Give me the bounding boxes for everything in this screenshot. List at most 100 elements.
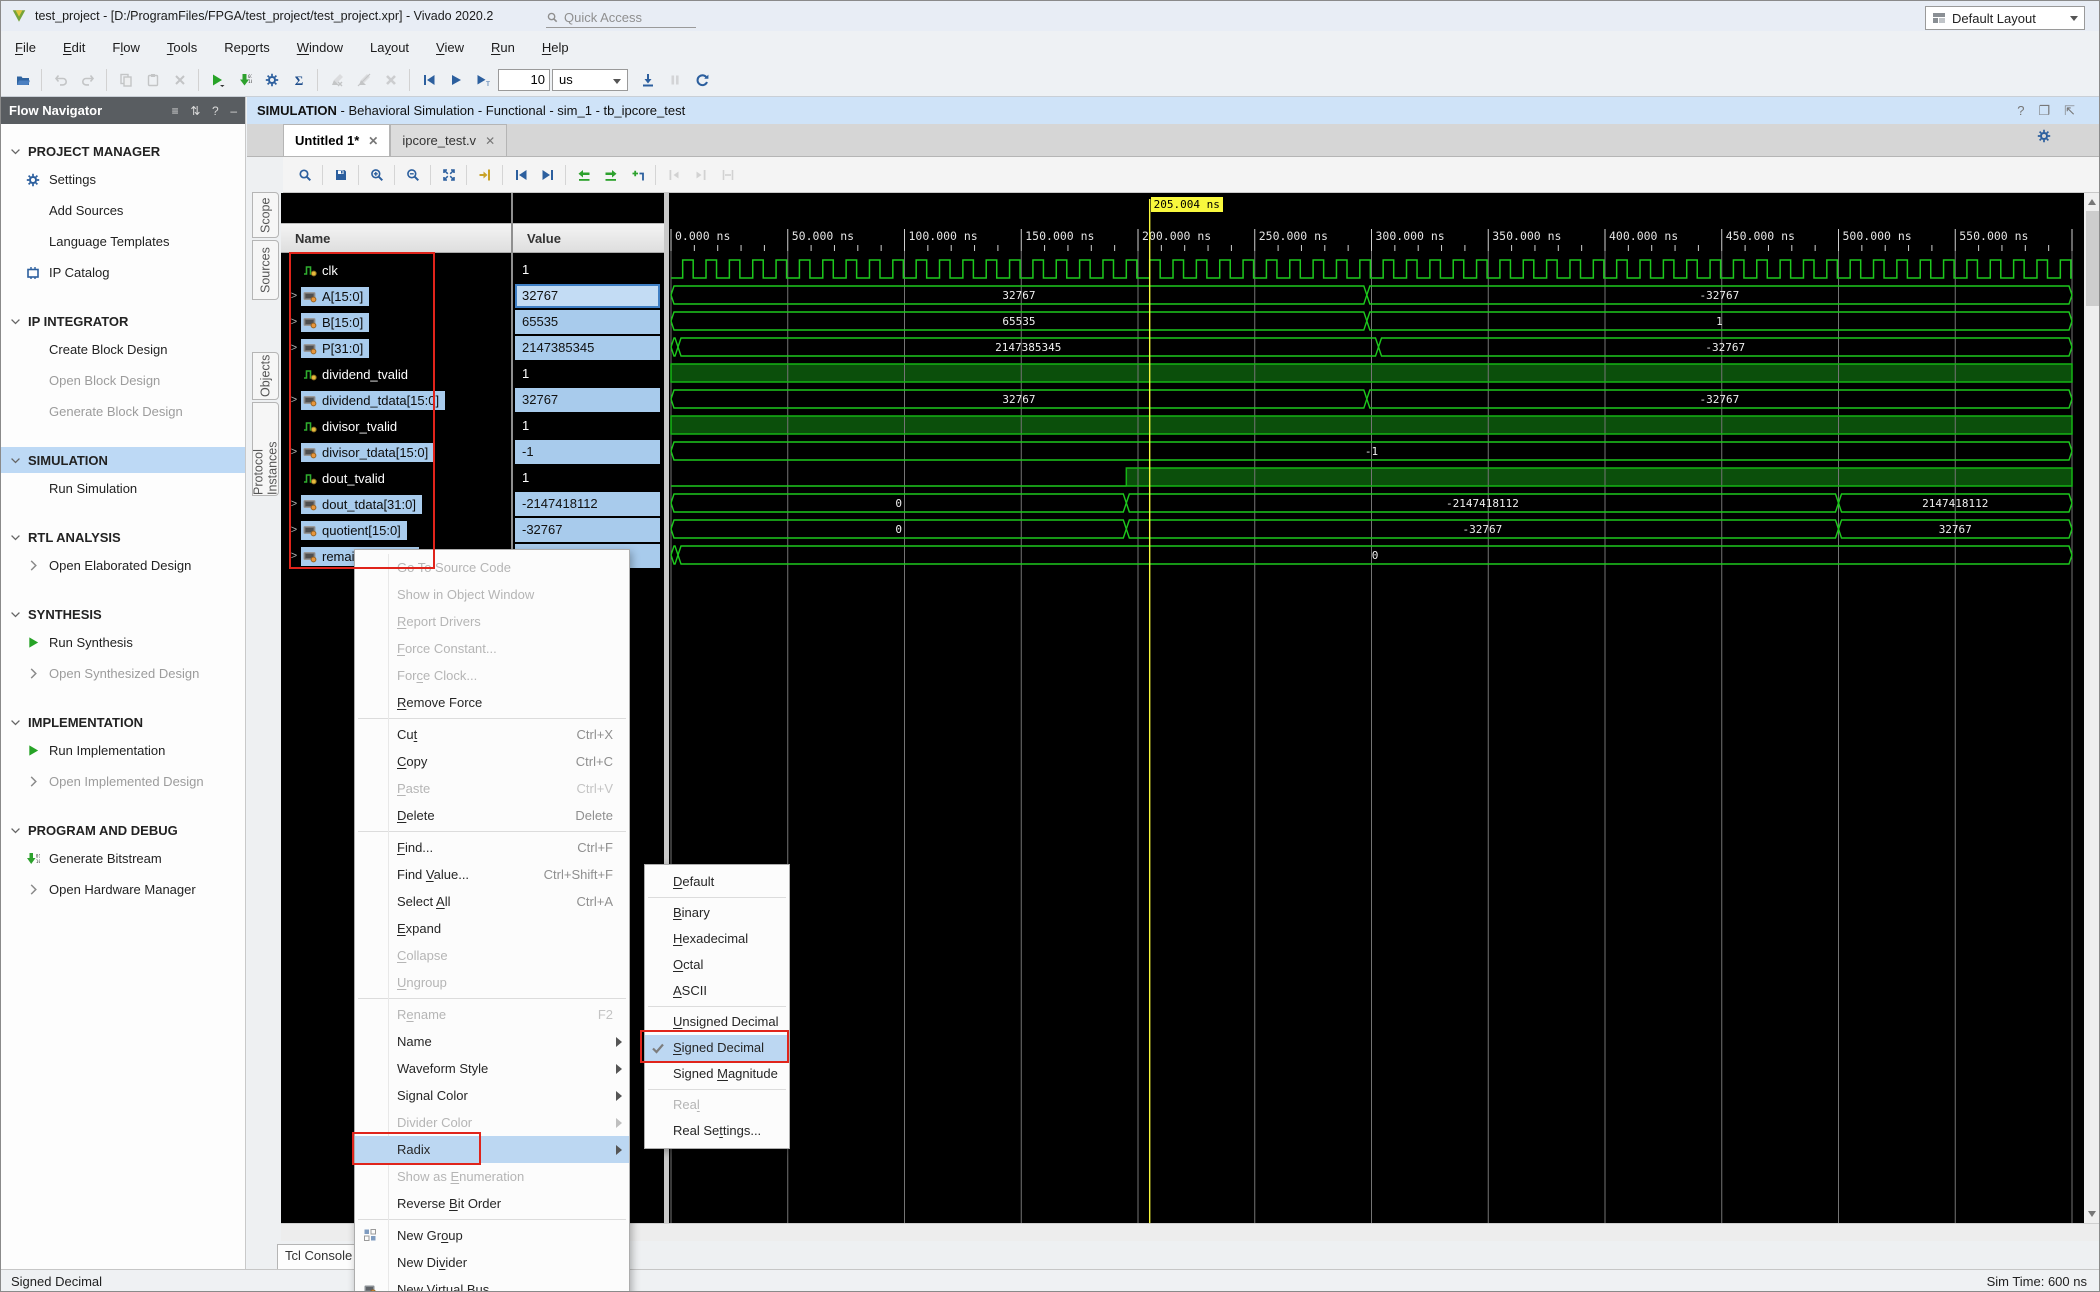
- nav-item-open-implemented-design[interactable]: Open Implemented Design: [1, 766, 245, 797]
- program-device-button[interactable]: 0110: [231, 67, 258, 93]
- nav-section-header-ip-integrator[interactable]: IP INTEGRATOR: [1, 308, 245, 334]
- menu-item-unsigned-decimal[interactable]: Unsigned Decimal: [645, 1009, 789, 1035]
- scroll-up-icon[interactable]: [2088, 199, 2096, 205]
- menu-item-signal-color[interactable]: Signal Color: [355, 1082, 629, 1109]
- value-cell-a-15-0[interactable]: 32767: [515, 284, 660, 308]
- menu-item-show-as-enumeration[interactable]: Show as Enumeration: [355, 1163, 629, 1190]
- open-button[interactable]: [9, 67, 36, 93]
- find-button[interactable]: [291, 162, 318, 188]
- nav-item-open-hardware-manager[interactable]: Open Hardware Manager: [1, 874, 245, 905]
- tab-ipcore-test-v[interactable]: ipcore_test.v✕: [390, 124, 507, 156]
- value-cell-divisor-tdata-15-0[interactable]: -1: [515, 440, 660, 464]
- menu-item-reverse-bit-order[interactable]: Reverse Bit Order: [355, 1190, 629, 1217]
- menu-item-real[interactable]: Real: [645, 1092, 789, 1118]
- collapse-all-icon[interactable]: ≡: [172, 104, 179, 118]
- expand-collapse-icon[interactable]: ⇅: [190, 104, 200, 118]
- expand-chevron-icon[interactable]: >: [287, 524, 301, 536]
- add-before-button[interactable]: [570, 162, 597, 188]
- nav-section-header-simulation[interactable]: SIMULATION: [1, 447, 245, 473]
- menu-item-find[interactable]: Find...Ctrl+F: [355, 834, 629, 861]
- menu-help[interactable]: Help: [542, 40, 569, 55]
- expand-chevron-icon[interactable]: >: [287, 550, 301, 562]
- menu-item-rename[interactable]: RenameF2: [355, 1001, 629, 1028]
- nav-section-header-synthesis[interactable]: SYNTHESIS: [1, 601, 245, 627]
- value-cell-dout-tdata-31-0[interactable]: -2147418112: [515, 492, 660, 516]
- value-cell-quotient-15-0[interactable]: -32767: [515, 518, 660, 542]
- menu-item-collapse[interactable]: Collapse: [355, 942, 629, 969]
- nav-item-open-block-design[interactable]: Open Block Design: [1, 365, 245, 396]
- layout-select[interactable]: Default Layout: [1925, 6, 2085, 30]
- signal-row-dout-tdata-31-0[interactable]: >dout_tdata[31:0]: [281, 491, 511, 517]
- menu-item-select-all[interactable]: Select AllCtrl+A: [355, 888, 629, 915]
- scroll-down-icon[interactable]: [2088, 1211, 2096, 1217]
- expand-chevron-icon[interactable]: >: [287, 446, 301, 458]
- nav-section-header-project-manager[interactable]: PROJECT MANAGER: [1, 138, 245, 164]
- add-after-button[interactable]: [597, 162, 624, 188]
- menu-item-paste[interactable]: PasteCtrl+V: [355, 775, 629, 802]
- menu-item-name[interactable]: Name: [355, 1028, 629, 1055]
- menu-item-show-in-object-window[interactable]: Show in Object Window: [355, 581, 629, 608]
- menu-item-real-settings[interactable]: Real Settings...: [645, 1118, 789, 1144]
- run-time-input[interactable]: [498, 69, 550, 91]
- menu-layout[interactable]: Layout: [370, 40, 409, 55]
- menu-item-default[interactable]: Default: [645, 869, 789, 895]
- nav-item-run-implementation[interactable]: Run Implementation: [1, 735, 245, 766]
- nav-item-generate-block-design[interactable]: Generate Block Design: [1, 396, 245, 427]
- side-tab-scope[interactable]: Scope: [252, 192, 279, 238]
- tab-tcl-console[interactable]: Tcl Console: [277, 1244, 357, 1269]
- menu-item-hexadecimal[interactable]: Hexadecimal: [645, 926, 789, 952]
- value-cell-dout-tvalid[interactable]: 1: [515, 466, 660, 490]
- nav-item-open-synthesized-design[interactable]: Open Synthesized Design: [1, 658, 245, 689]
- tab-untitled-1[interactable]: Untitled 1*✕: [283, 124, 390, 156]
- signal-row-b-15-0[interactable]: >B[15:0]: [281, 309, 511, 335]
- nav-item-ip-catalog[interactable]: IP Catalog: [1, 257, 245, 288]
- menu-item-copy[interactable]: CopyCtrl+C: [355, 748, 629, 775]
- menu-item-go-to-source-code[interactable]: Go To Source Code: [355, 554, 629, 581]
- save-waveform-button[interactable]: [327, 162, 354, 188]
- menu-item-force-clock[interactable]: Force Clock...: [355, 662, 629, 689]
- menu-tools[interactable]: Tools: [167, 40, 197, 55]
- menu-item-remove-force[interactable]: Remove Force: [355, 689, 629, 716]
- menu-item-new-virtual-bus[interactable]: New Virtual Bus: [355, 1276, 629, 1292]
- value-cell-dividend-tdata-15-0[interactable]: 32767: [515, 388, 660, 412]
- nav-item-add-sources[interactable]: Add Sources: [1, 195, 245, 226]
- relaunch-button[interactable]: [688, 67, 715, 93]
- signal-row-dout-tvalid[interactable]: >dout_tvalid: [281, 465, 511, 491]
- menu-window[interactable]: Window: [297, 40, 343, 55]
- close-icon[interactable]: ✕: [485, 134, 495, 148]
- run-button[interactable]: [204, 67, 231, 93]
- settings-button[interactable]: [258, 67, 285, 93]
- nav-item-open-elaborated-design[interactable]: Open Elaborated Design: [1, 550, 245, 581]
- close-icon[interactable]: ✕: [368, 134, 378, 148]
- time-unit-select[interactable]: us: [552, 69, 628, 91]
- nav-section-header-program-and-debug[interactable]: PROGRAM AND DEBUG: [1, 817, 245, 843]
- expand-chevron-icon[interactable]: >: [287, 316, 301, 328]
- nav-item-run-simulation[interactable]: Run Simulation: [1, 473, 245, 504]
- value-cell-clk[interactable]: 1: [515, 258, 660, 282]
- signal-row-clk[interactable]: >clk: [281, 257, 511, 283]
- menu-flow[interactable]: Flow: [112, 40, 139, 55]
- nav-item-run-synthesis[interactable]: Run Synthesis: [1, 627, 245, 658]
- vertical-scrollbar[interactable]: [2084, 193, 2100, 1223]
- value-cell-dividend-tvalid[interactable]: 1: [515, 362, 660, 386]
- name-column-header[interactable]: Name: [281, 223, 511, 253]
- expand-chevron-icon[interactable]: >: [287, 342, 301, 354]
- quick-access-search[interactable]: Quick Access: [546, 7, 696, 28]
- nav-item-create-block-design[interactable]: Create Block Design: [1, 334, 245, 365]
- go-to-cursor-button[interactable]: [471, 162, 498, 188]
- nav-item-generate-bitstream[interactable]: 0110Generate Bitstream: [1, 843, 245, 874]
- menu-item-signed-decimal[interactable]: Signed Decimal: [645, 1035, 789, 1061]
- menu-item-force-constant[interactable]: Force Constant...: [355, 635, 629, 662]
- menu-item-ascii[interactable]: ASCII: [645, 978, 789, 1004]
- menu-item-delete[interactable]: DeleteDelete: [355, 802, 629, 829]
- report-button[interactable]: Σ: [285, 67, 312, 93]
- signal-row-p-31-0[interactable]: >P[31:0]: [281, 335, 511, 361]
- menu-item-cut[interactable]: CutCtrl+X: [355, 721, 629, 748]
- value-cell-divisor-tvalid[interactable]: 1: [515, 414, 660, 438]
- run-all-button[interactable]: [442, 67, 469, 93]
- restart-button[interactable]: [415, 67, 442, 93]
- value-cell-p-31-0[interactable]: 2147385345: [515, 336, 660, 360]
- run-for-time-button[interactable]: T: [469, 67, 496, 93]
- help-icon[interactable]: ?: [2017, 103, 2024, 119]
- waveform-settings-gear-icon[interactable]: [2037, 129, 2051, 143]
